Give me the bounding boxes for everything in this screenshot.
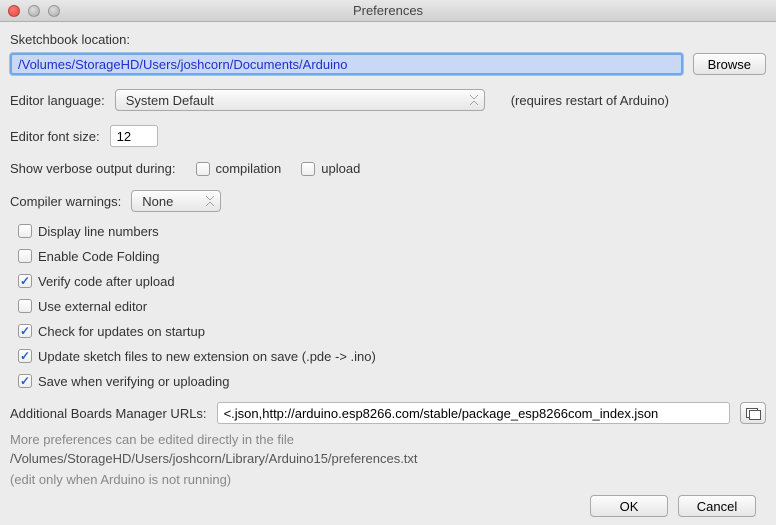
footnote-line2: (edit only when Arduino is not running) bbox=[10, 472, 766, 487]
warnings-label: Compiler warnings: bbox=[10, 194, 121, 209]
fontsize-label: Editor font size: bbox=[10, 129, 100, 144]
upload-checkbox-label: upload bbox=[321, 161, 360, 176]
external-editor-checkbox[interactable] bbox=[18, 299, 32, 313]
save-on-verify-label: Save when verifying or uploading bbox=[38, 374, 230, 389]
upload-checkbox[interactable] bbox=[301, 162, 315, 176]
display-line-numbers-label: Display line numbers bbox=[38, 224, 159, 239]
enable-code-folding-label: Enable Code Folding bbox=[38, 249, 159, 264]
warnings-select[interactable]: None bbox=[131, 190, 221, 212]
boards-label: Additional Boards Manager URLs: bbox=[10, 406, 207, 421]
ok-button[interactable]: OK bbox=[590, 495, 668, 517]
language-select-value: System Default bbox=[126, 93, 214, 108]
traffic-lights bbox=[0, 5, 60, 17]
warnings-select-value: None bbox=[142, 194, 173, 209]
boards-urls-expand-button[interactable] bbox=[740, 402, 766, 424]
compilation-checkbox[interactable] bbox=[196, 162, 210, 176]
sketchbook-input[interactable] bbox=[10, 53, 683, 75]
check-updates-checkbox[interactable] bbox=[18, 324, 32, 338]
titlebar: Preferences bbox=[0, 0, 776, 22]
browse-button[interactable]: Browse bbox=[693, 53, 766, 75]
compilation-checkbox-label: compilation bbox=[216, 161, 282, 176]
save-on-verify-checkbox[interactable] bbox=[18, 374, 32, 388]
sketchbook-label: Sketchbook location: bbox=[10, 32, 766, 47]
boards-urls-input[interactable] bbox=[217, 402, 730, 424]
enable-code-folding-checkbox[interactable] bbox=[18, 249, 32, 263]
verify-after-upload-label: Verify code after upload bbox=[38, 274, 175, 289]
language-select[interactable]: System Default bbox=[115, 89, 485, 111]
verbose-label: Show verbose output during: bbox=[10, 161, 176, 176]
zoom-icon[interactable] bbox=[48, 5, 60, 17]
windows-icon bbox=[746, 408, 760, 419]
verify-after-upload-checkbox[interactable] bbox=[18, 274, 32, 288]
fontsize-input[interactable] bbox=[110, 125, 158, 147]
check-updates-label: Check for updates on startup bbox=[38, 324, 205, 339]
language-hint: (requires restart of Arduino) bbox=[511, 93, 669, 108]
minimize-icon[interactable] bbox=[28, 5, 40, 17]
footnote-line1: More preferences can be edited directly … bbox=[10, 432, 766, 447]
footnote-path: /Volumes/StorageHD/Users/joshcorn/Librar… bbox=[10, 451, 766, 466]
cancel-button[interactable]: Cancel bbox=[678, 495, 756, 517]
language-label: Editor language: bbox=[10, 93, 105, 108]
window-title: Preferences bbox=[0, 3, 776, 18]
update-extension-checkbox[interactable] bbox=[18, 349, 32, 363]
display-line-numbers-checkbox[interactable] bbox=[18, 224, 32, 238]
update-extension-label: Update sketch files to new extension on … bbox=[38, 349, 376, 364]
close-icon[interactable] bbox=[8, 5, 20, 17]
external-editor-label: Use external editor bbox=[38, 299, 147, 314]
